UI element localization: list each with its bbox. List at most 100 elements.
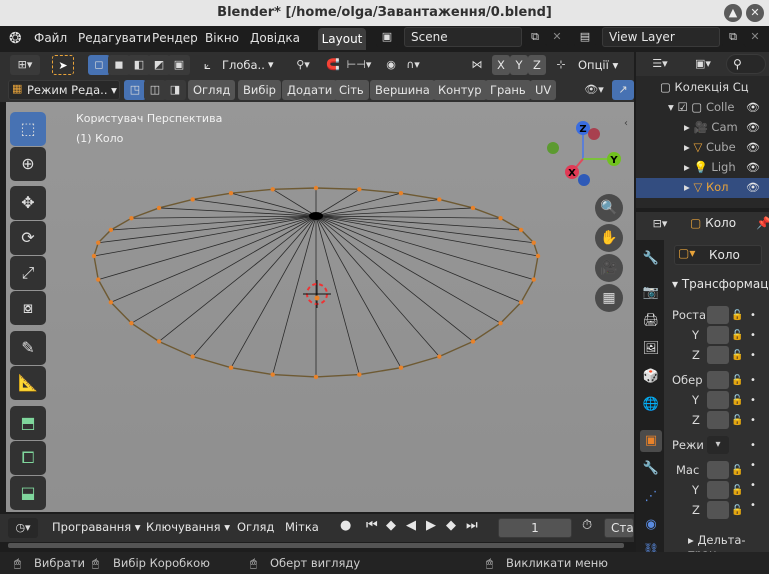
annotate-tool-icon[interactable]: ✎ [10,331,46,365]
keyframe-dot-icon[interactable]: • • • [750,371,756,431]
mesh-vertex[interactable] [228,190,234,196]
mesh-edge[interactable] [192,215,317,357]
auto-merge-icon[interactable]: ⊹ [550,55,572,75]
scene-close-icon[interactable]: ✕ [546,27,568,47]
mesh-edge[interactable] [192,199,317,217]
mesh-vertex[interactable] [313,374,319,380]
rotate-tool-icon[interactable]: ⟳ [10,221,46,255]
mesh-vertex[interactable] [96,277,101,282]
menu-window[interactable]: Вікно [205,26,239,50]
mesh-vertex[interactable] [398,190,404,196]
display-mode-icon[interactable]: ▣▾ [688,54,718,74]
mesh-vertex[interactable] [437,197,442,202]
move-tool-icon[interactable]: ✥ [10,186,46,220]
location-x-field[interactable] [707,306,729,324]
snap-toggle-icon[interactable]: 🧲 [322,55,344,75]
scene-field[interactable]: Scene [404,27,522,47]
close-icon[interactable]: ✕ [746,4,764,22]
mesh-edge[interactable] [315,188,360,217]
menu-select[interactable]: Вибір [238,80,281,100]
3d-cursor-icon[interactable] [303,280,331,308]
outliner-item-cube[interactable]: ▸ ▽ Cube [684,140,736,154]
scale-x-field[interactable] [707,461,729,479]
orientation-icon[interactable]: ⟀ [204,55,211,75]
keyframe-dot-icon[interactable]: • • • [750,306,756,366]
lock-icon[interactable]: 🔓 🔓 🔓 [731,306,743,366]
editor-type-icon[interactable]: ⊞▾ [10,55,40,75]
particles-tab-icon[interactable]: ⋰ [640,486,662,508]
falloff-icon[interactable]: ∩▾ [400,55,426,75]
menu-add[interactable]: Додати [282,80,338,100]
bevel-tool-icon[interactable]: ⬓ [10,476,46,510]
mesh-vertex[interactable] [190,354,195,359]
mesh-edge[interactable] [230,215,317,368]
jump-start-icon[interactable]: ⏮ [366,518,378,533]
mesh-vertex[interactable] [108,300,114,305]
scene-copy-icon[interactable]: ⧉ [524,27,546,47]
mesh-edge[interactable] [272,188,317,217]
mesh-edge[interactable] [315,215,360,375]
menu-face[interactable]: Грань [485,80,531,100]
mesh-edge[interactable] [315,199,440,217]
mesh-vertex[interactable] [498,320,503,326]
menu-edge[interactable]: Контур [433,80,487,100]
mesh-vertex[interactable] [498,216,503,221]
mesh-vertex[interactable] [470,339,476,344]
output-tab-icon[interactable]: 🖨 [640,310,662,332]
scene-tab-icon[interactable]: 🎲 [640,366,662,388]
3d-viewport[interactable]: Користувач Перспектива (1) Коло Z Y X 🔍 … [6,102,634,512]
sidebar-toggle-icon[interactable]: ‹ [624,118,628,129]
menu-mesh[interactable]: Сіть [334,80,369,100]
tab-layout[interactable]: Layout [318,28,366,50]
mesh-vertex[interactable] [190,197,195,202]
mesh-vertex[interactable] [535,253,541,259]
menu-render[interactable]: Рендер [152,26,198,50]
rotation-x-field[interactable] [707,371,729,389]
menu-vertex[interactable]: Вершина [370,80,435,100]
mesh-vertex[interactable] [270,372,275,377]
select-tool-icon[interactable]: ⬚ [10,112,46,146]
face-select-icon[interactable]: ◨ [164,80,186,100]
view-layer-field[interactable]: View Layer [602,27,720,47]
mesh-vertex[interactable] [531,240,536,245]
snap-target-icon[interactable]: ⊢⊣▾ [344,55,374,75]
mesh-vertex[interactable] [357,187,362,192]
select-cursor-icon[interactable]: ➤ [52,55,74,75]
axis-z-toggle[interactable]: Z [528,55,546,75]
view-layer-copy-icon[interactable]: ⧉ [722,27,744,47]
center-vertex[interactable] [309,212,323,220]
timeline-marker-menu[interactable]: Мітка [285,520,319,534]
visibility-dropdown-icon[interactable]: 👁▾ [577,80,611,100]
blender-logo-icon[interactable]: ❂ [9,26,22,50]
select-extend-icon[interactable]: ◼ [108,55,130,75]
mesh-vertex[interactable] [437,354,442,359]
jump-end-icon[interactable]: ⏭ [466,518,478,533]
mesh-vertex[interactable] [531,277,536,282]
timeline-editor-icon[interactable]: ◷▾ [8,518,38,538]
mesh-vertex[interactable] [270,187,275,192]
checkbox-icon[interactable]: ☑ [677,100,687,114]
rotation-mode-dropdown[interactable]: ▾ [707,436,729,454]
mesh-edge[interactable] [315,215,539,257]
measure-tool-icon[interactable]: 📐 [10,366,46,400]
keying-dropdown[interactable]: Ключування ▾ [146,520,230,534]
location-y-field[interactable] [707,326,729,344]
mesh-edge[interactable] [315,215,501,324]
view-layer-close-icon[interactable]: ✕ [744,27,766,47]
scene-icon[interactable]: ▣ [376,27,398,47]
edge-select-icon[interactable]: ◫ [144,80,166,100]
play-reverse-icon[interactable]: ◀ [406,518,416,533]
select-invert-icon[interactable]: ◩ [148,55,170,75]
select-new-icon[interactable]: ◻ [88,55,110,75]
cursor-tool-icon[interactable]: ⊕ [10,147,46,181]
transform-panel-header[interactable]: ▾ Трансформац [672,277,768,291]
axis-x-toggle[interactable]: X [492,55,510,75]
mesh-edge[interactable] [315,207,473,217]
playback-dropdown[interactable]: Програвання ▾ [52,520,141,534]
options-dropdown[interactable]: Опції ▾ [578,55,618,75]
mesh-vertex[interactable] [228,365,234,370]
mesh-vertex[interactable] [156,205,162,211]
mesh-edge[interactable] [272,215,317,375]
mesh-edge[interactable] [315,215,474,342]
vertex-select-icon[interactable]: ◳ [124,80,146,100]
